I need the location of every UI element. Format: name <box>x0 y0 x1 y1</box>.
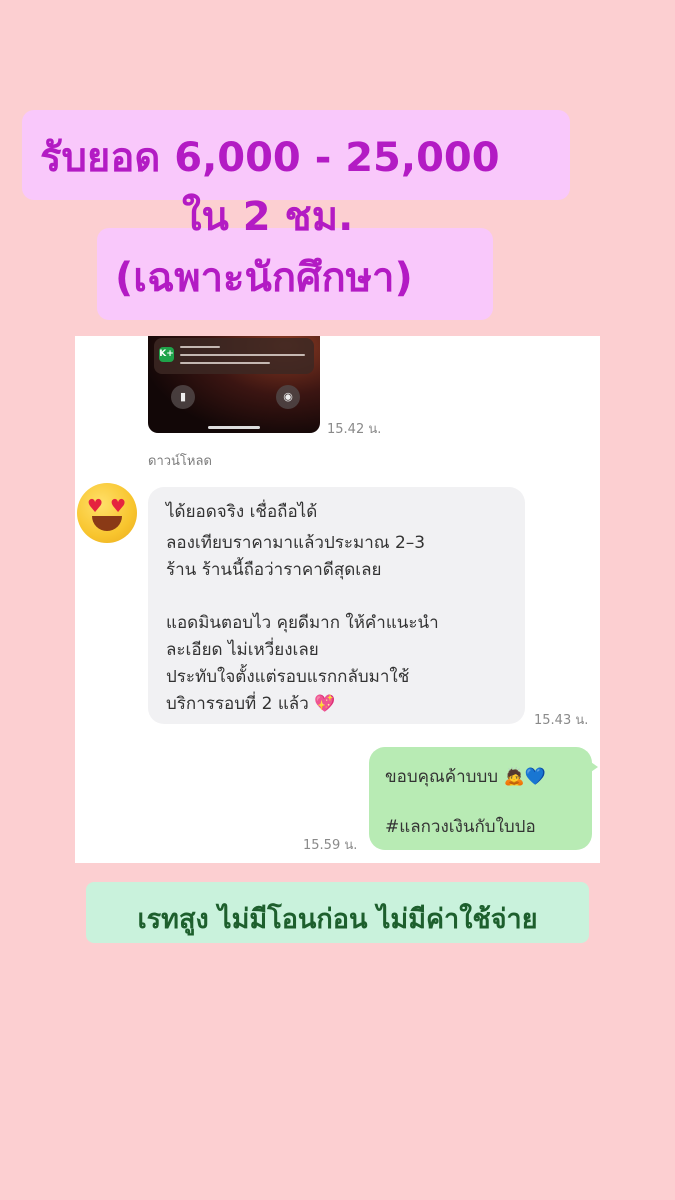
received-message-bubble: ได้ยอดจริง เชื่อถือได้ ลองเทียบราคามาแล้… <box>148 487 525 724</box>
message-line: #แลกวงเงินกับใบปอ <box>385 817 536 837</box>
headline-line-1: รับยอด 6,000 - 25,000 <box>40 135 500 181</box>
headline-line-3: (เฉพาะนักศึกษา) <box>115 255 413 301</box>
sent-message-timestamp: 15.59 น. <box>303 838 358 853</box>
message-line: ร้าน ร้านนี้ถือว่าราคาดีสุดเลย <box>166 560 382 580</box>
home-indicator <box>208 426 260 429</box>
message-line: ขอบคุณค้าบบบ 🙇💙 <box>385 767 546 787</box>
message-line: ได้ยอดจริง เชื่อถือได้ <box>166 502 318 522</box>
chat-screenshot: K+ ▮ ◉ 15.42 น. ดาวน์โหลด ♥ ♥ ได้ยอดจริง… <box>75 336 600 863</box>
flashlight-icon: ▮ <box>171 385 195 409</box>
message-line: ประทับใจตั้งแต่รอบแรกกลับมาใช้ <box>166 667 410 687</box>
camera-icon: ◉ <box>276 385 300 409</box>
heart-eyes-emoji-icon: ♥ ♥ <box>77 483 137 543</box>
message-line: ลองเทียบราคามาแล้วประมาณ 2–3 <box>166 533 426 553</box>
download-link[interactable]: ดาวน์โหลด <box>148 450 212 471</box>
image-timestamp: 15.42 น. <box>327 422 382 437</box>
bank-app-icon: K+ <box>159 347 174 362</box>
message-line: ละเอียด ไม่เหวี่ยงเลย <box>166 640 319 660</box>
image-attachment[interactable]: K+ ▮ ◉ <box>148 336 320 433</box>
sent-message-bubble: ขอบคุณค้าบบบ 🙇💙 #แลกวงเงินกับใบปอ <box>369 747 592 850</box>
footer-text: เรทสูง ไม่มีโอนก่อน ไม่มีค่าใช้จ่าย <box>137 904 538 935</box>
sent-bubble-tail <box>588 760 598 774</box>
received-message-timestamp: 15.43 น. <box>534 713 589 728</box>
bank-notification-preview: K+ <box>154 338 314 374</box>
message-line: แอดมินตอบไว คุยดีมาก ให้คำแนะนำ <box>166 613 439 633</box>
footer-banner: เรทสูง ไม่มีโอนก่อน ไม่มีค่าใช้จ่าย <box>86 882 589 943</box>
headline-line-2: ใน 2 ชม. <box>182 194 354 240</box>
message-line: บริการรอบที่ 2 แล้ว 💖 <box>166 694 336 714</box>
